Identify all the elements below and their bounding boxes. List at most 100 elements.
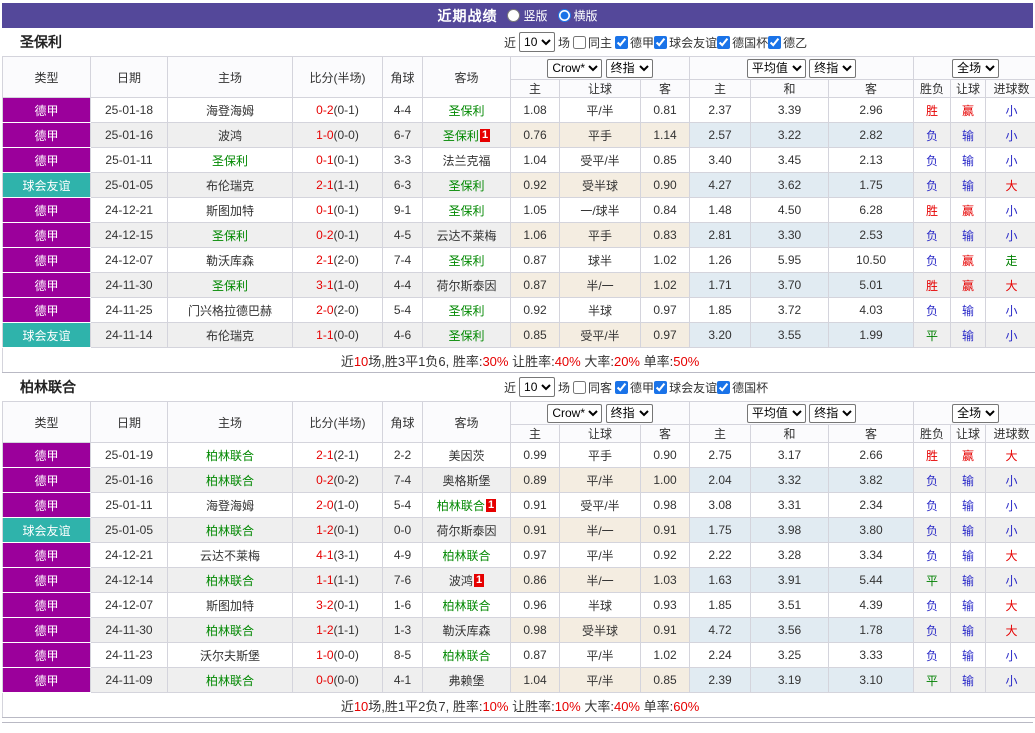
league-checkbox-input[interactable] bbox=[717, 380, 731, 394]
avg-source-select[interactable]: 平均值 bbox=[746, 403, 806, 423]
league-filter-item[interactable]: 德国杯 bbox=[717, 379, 768, 396]
odds-handicap: 受半球 bbox=[559, 172, 641, 198]
col-header-home: 主场 bbox=[167, 401, 293, 443]
match-type-badge: 球会友谊 bbox=[2, 172, 91, 198]
layout-radio-horizontal-input[interactable] bbox=[557, 9, 571, 22]
layout-radio-vertical[interactable]: 竖版 bbox=[507, 7, 548, 24]
match-count-select[interactable]: 10 bbox=[519, 377, 556, 397]
odds-provider-select[interactable]: Crow* bbox=[547, 403, 603, 423]
away-team: 柏林联合 bbox=[422, 642, 511, 668]
same-venue-checkbox-input[interactable] bbox=[573, 380, 587, 394]
odds-home: 0.92 bbox=[510, 297, 560, 323]
avg-away: 5.44 bbox=[828, 567, 915, 593]
home-team: 柏林联合 bbox=[167, 517, 293, 543]
league-filter-item[interactable]: 球会友谊 bbox=[654, 379, 717, 396]
away-team: 荷尔斯泰因 bbox=[422, 517, 511, 543]
league-checkbox-input[interactable] bbox=[768, 35, 782, 49]
team2-name: 柏林联合 bbox=[20, 379, 76, 395]
odds-away: 0.83 bbox=[639, 222, 691, 248]
league-checkbox-input[interactable] bbox=[615, 380, 629, 394]
team-name-text: 海登海姆 bbox=[205, 498, 254, 513]
corners: 5-4 bbox=[382, 492, 423, 518]
odds-time-select[interactable]: 终指 bbox=[605, 58, 653, 78]
team-name-text: 美因茨 bbox=[448, 448, 485, 463]
halftime-score: (1-1) bbox=[333, 623, 359, 637]
result-goals: 小 bbox=[985, 642, 1035, 668]
avg-time-select[interactable]: 终指 bbox=[809, 403, 857, 423]
avg-time-select[interactable]: 终指 bbox=[809, 58, 857, 78]
result-scope-select[interactable]: 全场 bbox=[952, 58, 1000, 78]
league-checkbox-input[interactable] bbox=[654, 380, 668, 394]
avg-home: 3.08 bbox=[689, 492, 752, 518]
subcol-avg-draw: 和 bbox=[750, 424, 830, 443]
team-name-text: 圣保利 bbox=[448, 203, 485, 218]
summary-segment: 让胜率: bbox=[508, 353, 555, 369]
odds-home: 0.91 bbox=[510, 517, 560, 543]
league-checkbox-input[interactable] bbox=[615, 35, 629, 49]
col-header-corners: 角球 bbox=[382, 401, 423, 443]
team-name-text: 圣保利 bbox=[442, 128, 479, 143]
league-label: 德甲 bbox=[630, 380, 655, 395]
corners: 8-5 bbox=[382, 642, 423, 668]
avg-home: 1.26 bbox=[689, 247, 752, 273]
avg-home: 2.22 bbox=[689, 542, 752, 568]
league-filter-item[interactable]: 球会友谊 bbox=[654, 34, 717, 51]
same-venue-checkbox[interactable]: 同主 bbox=[573, 34, 612, 51]
league-filter-item[interactable]: 德甲 bbox=[615, 34, 654, 51]
layout-radio-horizontal[interactable]: 横版 bbox=[557, 7, 598, 24]
subcol-avg-draw: 和 bbox=[750, 79, 830, 98]
score: 2-0(1-0) bbox=[292, 492, 383, 518]
odds-provider-select[interactable]: Crow* bbox=[547, 58, 603, 78]
col-header-score: 比分(半场) bbox=[292, 401, 383, 443]
halftime-score: (1-0) bbox=[333, 278, 359, 292]
match-type-badge: 德甲 bbox=[2, 97, 91, 123]
avg-draw: 3.70 bbox=[750, 272, 830, 298]
league-filter-item[interactable]: 德国杯 bbox=[717, 34, 768, 51]
corners: 9-1 bbox=[382, 197, 423, 223]
avg-source-select[interactable]: 平均值 bbox=[746, 58, 806, 78]
match-count-select[interactable]: 10 bbox=[519, 32, 556, 52]
result-goals: 走 bbox=[985, 247, 1035, 273]
avg-draw: 4.50 bbox=[750, 197, 830, 223]
halftime-score: (0-1) bbox=[333, 103, 359, 117]
league-filter-item[interactable]: 德乙 bbox=[768, 34, 807, 51]
away-team: 荷尔斯泰因 bbox=[422, 272, 511, 298]
league-filter-item[interactable]: 德甲 bbox=[615, 379, 654, 396]
odds-home: 1.05 bbox=[510, 197, 560, 223]
same-venue-checkbox[interactable]: 同客 bbox=[573, 379, 612, 396]
team-name-text: 勒沃库森 bbox=[442, 623, 491, 638]
corners: 7-6 bbox=[382, 567, 423, 593]
home-team: 圣保利 bbox=[167, 222, 293, 248]
col-header-type: 类型 bbox=[2, 56, 91, 98]
match-row: 德甲 25-01-11 海登海姆 2-0(1-0) 5-4 柏林联合 1 0.91 受平/半 0.… bbox=[2, 492, 1035, 518]
away-team: 圣保利 1 bbox=[422, 122, 511, 148]
league-checkbox-input[interactable] bbox=[654, 35, 668, 49]
match-row: 球会友谊 25-01-05 布伦瑞克 2-1(1-1) 6-3 圣保利 0.92 受半球 0.9… bbox=[2, 172, 1035, 198]
away-team: 圣保利 bbox=[422, 97, 511, 123]
result-handicap: 输 bbox=[950, 222, 987, 248]
summary-segment: 10% bbox=[554, 698, 581, 714]
odds-home: 0.91 bbox=[510, 492, 560, 518]
corners: 5-4 bbox=[382, 297, 423, 323]
result-scope-select[interactable]: 全场 bbox=[952, 403, 1000, 423]
league-filter-group: 德甲 球会友谊 德国杯 bbox=[615, 379, 768, 396]
fulltime-score: 0-0 bbox=[316, 673, 334, 687]
fulltime-score: 2-0 bbox=[316, 303, 334, 317]
team-name-text: 沃尔夫斯堡 bbox=[199, 648, 260, 663]
away-team: 圣保利 bbox=[422, 197, 511, 223]
match-row: 德甲 24-12-15 圣保利 0-2(0-1) 4-5 云达不莱梅 1.06 平手 0.83 2… bbox=[2, 222, 1035, 248]
layout-radio-vertical-input[interactable] bbox=[507, 9, 521, 22]
avg-home: 1.85 bbox=[689, 592, 752, 618]
team-name-text: 圣保利 bbox=[448, 253, 485, 268]
away-team: 法兰克福 bbox=[422, 147, 511, 173]
odds-away: 1.14 bbox=[639, 122, 691, 148]
result-outcome: 负 bbox=[913, 592, 952, 618]
section-bar-team1: 圣保利 近 10 场 同主 德甲 球会友谊 德国杯 德乙 bbox=[2, 28, 1033, 56]
odds-time-select[interactable]: 终指 bbox=[605, 403, 653, 423]
same-venue-checkbox-input[interactable] bbox=[573, 35, 587, 49]
league-label: 德甲 bbox=[630, 35, 655, 50]
match-row: 德甲 25-01-16 波鸿 1-0(0-0) 6-7 圣保利 1 0.76 平手 1.14 2.5… bbox=[2, 122, 1035, 148]
result-handicap: 赢 bbox=[950, 97, 987, 123]
league-checkbox-input[interactable] bbox=[717, 35, 731, 49]
odds-home: 0.86 bbox=[510, 567, 560, 593]
